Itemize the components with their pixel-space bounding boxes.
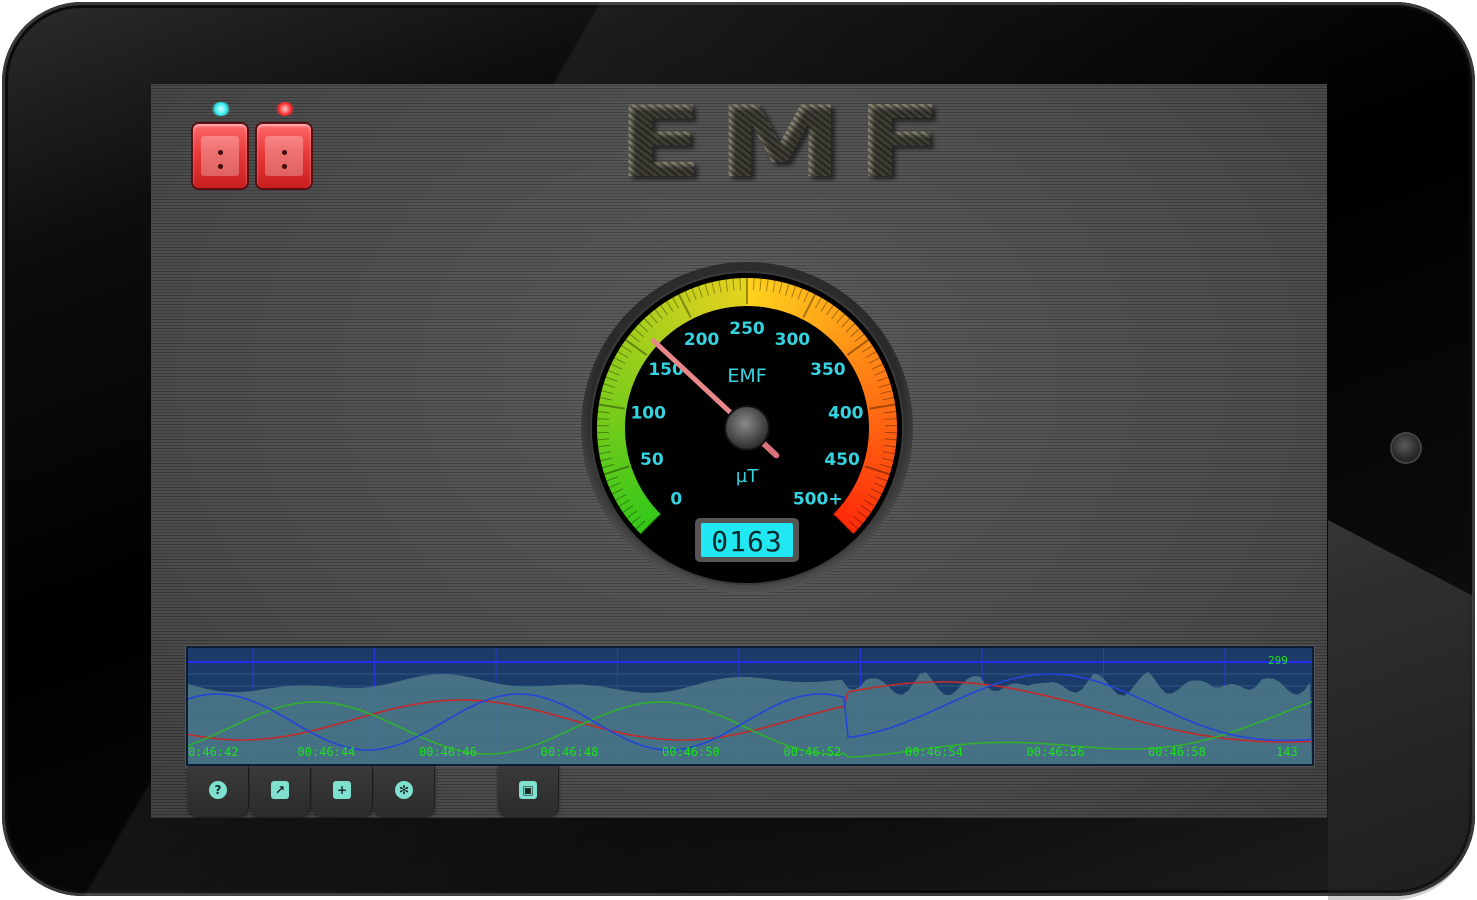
gauge-tick-label: 300 xyxy=(775,330,811,350)
red-indicator xyxy=(255,102,315,192)
save-button[interactable]: ▣ xyxy=(498,766,559,816)
gauge-tick-label: 400 xyxy=(828,403,864,423)
chart-icon: ↗ xyxy=(271,781,289,799)
app-title: EMF xyxy=(617,84,957,200)
graph-time-label: 00:46:44 xyxy=(298,745,356,759)
graph-time-label: 00:46:48 xyxy=(541,745,599,759)
gauge-label: EMF xyxy=(727,365,766,387)
graph-max-label: 299 xyxy=(1268,654,1288,667)
gauge-tick-label: 200 xyxy=(684,330,720,350)
gauge-hub xyxy=(724,405,770,451)
plus-icon: + xyxy=(333,781,351,799)
help-button[interactable]: ? xyxy=(188,766,249,816)
emf-history-graph: 0:46:42 00:46:44 00:46:46 00:46:48 00:46:50 0… xyxy=(186,646,1314,766)
help-icon: ? xyxy=(209,781,227,799)
graph-svg: 0:46:42 00:46:44 00:46:46 00:46:48 00:46:50 0… xyxy=(187,648,1313,764)
gauge-tick-label: 500+ xyxy=(793,490,843,510)
gauge-tick-label: 350 xyxy=(810,360,846,380)
graph-time-label: 0:46:42 xyxy=(188,745,239,759)
app-screen: EMF 0 50 100 150 200 250 300 350 400 450 500+ EMF … xyxy=(151,84,1327,818)
save-icon: ▣ xyxy=(519,781,537,799)
cyan-indicator xyxy=(191,102,251,192)
graph-time-label: 00:46:52 xyxy=(784,745,842,759)
gauge-tick-label: 450 xyxy=(824,450,860,470)
gauge-tick xyxy=(739,278,741,291)
chart-button[interactable]: ↗ xyxy=(250,766,311,816)
indicator-body xyxy=(257,124,311,188)
gauge-tick-label: 0 xyxy=(670,490,682,510)
gauge-unit: µT xyxy=(736,466,759,487)
graph-time-label: 00:46:46 xyxy=(419,745,477,759)
graph-end-value: 143 xyxy=(1276,745,1298,759)
red-led-icon xyxy=(275,102,295,116)
gauge-svg: 050100150200250300350400450500+ EMF µT 0… xyxy=(581,262,913,594)
gauge-readout: 0163 xyxy=(711,525,782,558)
gauge-tick-label: 50 xyxy=(640,450,664,470)
settings-button[interactable]: ✻ xyxy=(374,766,435,816)
camera-icon xyxy=(1392,434,1420,462)
graph-time-label: 00:46:58 xyxy=(1148,745,1206,759)
gauge-tick-label: 250 xyxy=(729,319,765,339)
gauge-tick xyxy=(753,278,755,291)
emf-gauge: 0 50 100 150 200 250 300 350 400 450 500+ EMF µT 0… xyxy=(579,260,915,596)
graph-time-label: 00:46:50 xyxy=(662,745,720,759)
graph-time-label: 00:46:56 xyxy=(1027,745,1085,759)
add-button[interactable]: + xyxy=(312,766,373,816)
gear-icon: ✻ xyxy=(395,781,413,799)
indicator-body xyxy=(193,124,247,188)
gauge-tick-label: 100 xyxy=(630,403,666,423)
cyan-led-icon xyxy=(211,102,231,116)
graph-time-label: 00:46:54 xyxy=(905,745,963,759)
